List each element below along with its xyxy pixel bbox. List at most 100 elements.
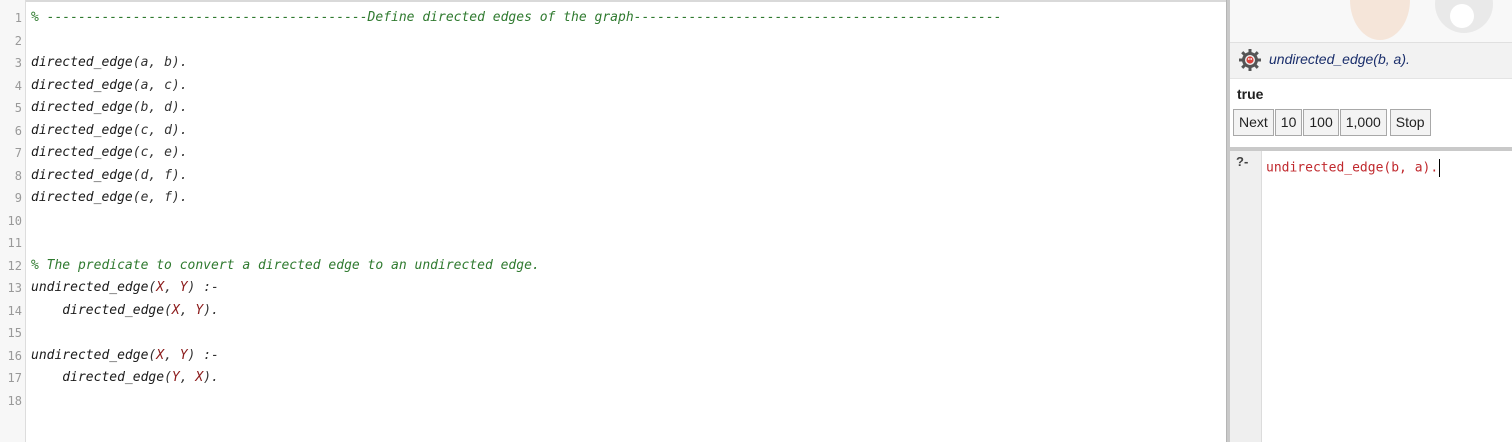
code-token: ( [132,100,141,115]
code-token: f [164,190,172,205]
logo-shape [1450,4,1474,28]
line-number: 6 [14,123,22,138]
code-token: , [164,347,180,363]
code-line[interactable]: 5 directed_edge(b, d). [0,97,1226,120]
code-token: directed_edge [31,145,133,160]
line-number: 15 [7,326,22,340]
code-lines[interactable]: 1 % -------------------------------------… [0,7,1226,412]
query-prompt: ?- [1236,154,1249,169]
code-line[interactable]: 15 [0,322,1226,345]
line-source: directed_edge(b, d). [31,97,188,120]
query-editor[interactable]: ?- undirected_edge(b, a). [1230,151,1512,442]
code-token: directed_edge [31,77,133,93]
line-number: 17 [7,371,22,385]
line-source: directed_edge(a, b). [31,52,188,75]
code-line[interactable]: 16 undirected_edge(X, Y) :- [0,345,1226,368]
code-token: , [148,77,165,93]
code-token: X [156,347,165,363]
code-token: ). [171,122,188,138]
code-token: ). [203,370,219,385]
code-token: , [148,190,165,205]
code-line[interactable]: 1 % -------------------------------------… [0,7,1226,30]
answer-header: undirected_edge(b, a). [1230,43,1512,79]
editor-top-border [0,0,1226,2]
code-line[interactable]: 8 directed_edge(d, f). [0,165,1226,188]
code-token: ). [171,100,188,115]
code-token: directed_edge [31,302,165,318]
query-input-text: undirected_edge(b, a). [1266,160,1439,176]
line-number: 18 [7,393,22,408]
line-source: % --------------------------------------… [31,7,1002,30]
code-token: ( [164,302,172,318]
logo-background [1230,0,1512,44]
next-10-button[interactable]: 10 [1274,109,1303,136]
stop-button[interactable]: Stop [1389,109,1431,136]
code-token: , [164,280,180,295]
code-line[interactable]: 10 [0,210,1226,233]
code-token: directed_edge [31,370,165,385]
code-token: , [148,55,165,70]
code-line[interactable]: 2 [0,30,1226,53]
query-input[interactable]: undirected_edge(b, a). [1266,159,1506,183]
code-token: ). [203,302,219,318]
code-line[interactable]: 17 directed_edge(Y, X). [0,367,1226,390]
query-runner-pane: undirected_edge(b, a). true Next 10 100 1,0… [1230,0,1512,442]
code-line[interactable]: 11 [0,232,1226,255]
code-token: ). [171,190,188,205]
code-line[interactable]: 9 directed_edge(e, f). [0,187,1226,210]
code-line[interactable]: 3 directed_edge(a, b). [0,52,1226,75]
code-token: c [164,77,172,93]
next-100-button[interactable]: 100 [1303,109,1339,136]
answer-result: true [1237,86,1264,102]
line-source: undirected_edge(X, Y) :- [31,277,219,300]
code-line[interactable]: 18 [0,390,1226,413]
line-number: 12 [7,258,22,273]
code-token: ). [171,77,188,93]
answer-query-text: undirected_edge(b, a). [1269,51,1410,67]
line-number: 13 [7,281,22,295]
code-token: ( [132,122,141,138]
code-token: ). [171,167,188,183]
code-line[interactable]: 6 directed_edge(c, d). [0,120,1226,143]
code-token: X [171,302,180,318]
line-source: % The predicate to convert a directed ed… [31,255,540,278]
line-source: directed_edge(X, Y). [31,300,219,323]
line-number: 1 [14,11,22,25]
code-token: ) :- [187,280,219,295]
code-line[interactable]: 12 % The predicate to convert a directed … [0,255,1226,278]
code-token: , [179,302,196,318]
code-token: ( [132,190,141,205]
line-number: 3 [14,56,22,70]
line-source: directed_edge(c, e). [31,142,188,165]
code-token: e [164,145,172,160]
code-token: Y [179,347,188,363]
line-number: 16 [7,348,22,363]
code-token: X [156,280,165,295]
code-line[interactable]: 4 directed_edge(a, c). [0,75,1226,98]
code-token: , [148,100,165,115]
code-token: f [164,167,172,183]
line-number: 11 [7,236,22,250]
line-number: 2 [14,33,22,48]
code-token: Y [179,280,188,295]
line-source: directed_edge(a, c). [31,75,188,98]
line-number: 4 [14,78,22,93]
code-line[interactable]: 13 undirected_edge(X, Y) :- [0,277,1226,300]
gear-logo-icon[interactable] [1238,48,1262,72]
code-token: directed_edge [31,167,133,183]
code-line[interactable]: 14 directed_edge(X, Y). [0,300,1226,323]
code-token: % The predicate to convert a directed ed… [31,257,540,273]
line-number: 8 [14,168,22,183]
answer-panel: undirected_edge(b, a). true Next 10 100 1,0… [1230,42,1512,147]
next-button[interactable]: Next [1233,109,1274,136]
code-token: ). [171,55,188,70]
next-1000-button[interactable]: 1,000 [1339,109,1387,136]
code-token: d [164,122,172,138]
line-source: directed_edge(e, f). [31,187,188,210]
answer-buttons: Next 10 100 1,000 Stop [1233,109,1432,136]
code-editor[interactable]: 1 % -------------------------------------… [0,0,1226,442]
code-line[interactable]: 7 directed_edge(c, e). [0,142,1226,165]
logo-shape [1350,0,1410,40]
code-token: % --------------------------------------… [31,10,1002,25]
text-caret [1439,159,1441,177]
